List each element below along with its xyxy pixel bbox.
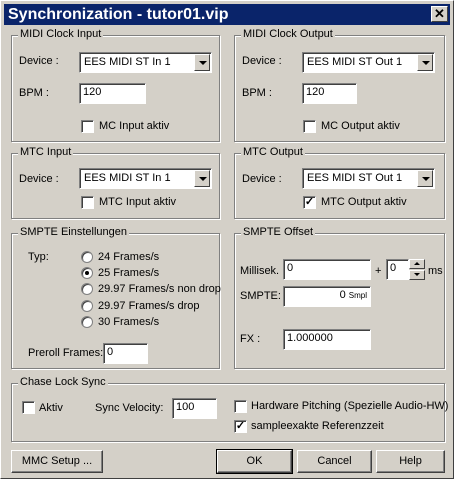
mc-output-device-value: EES MIDI ST Out 1	[307, 56, 403, 68]
chase-lock-aktiv-label: Aktiv	[39, 402, 63, 414]
radio-2997-non-drop-label: 29.97 Frames/s non drop	[98, 283, 221, 295]
hardware-pitching-label: Hardware Pitching (Spezielle Audio-HW)	[251, 400, 449, 412]
mc-input-device-value: EES MIDI ST In 1	[84, 56, 171, 68]
chase-lock-sync-group: Chase Lock Sync Aktiv Sync Velocity: 100…	[11, 376, 449, 442]
chevron-down-icon[interactable]	[194, 170, 210, 187]
radio-30fps[interactable]	[81, 316, 93, 328]
smpte-typ-label: Typ:	[28, 251, 49, 263]
smpte-label: SMPTE:	[240, 290, 281, 302]
radio-2997-drop[interactable]	[81, 300, 93, 312]
mtc-output-aktiv-checkbox[interactable]: ✓	[303, 196, 316, 209]
millisek-label: Millisek.	[240, 265, 280, 277]
mc-input-device-select[interactable]: EES MIDI ST In 1	[79, 52, 212, 73]
chase-lock-sync-title: Chase Lock Sync	[18, 376, 108, 388]
mc-output-aktiv-checkbox[interactable]	[303, 120, 316, 133]
smpte-offset-group: SMPTE Offset Millisek. 0 + 0 ms SMPTE: 0…	[234, 226, 445, 369]
mtc-input-aktiv-checkbox[interactable]	[81, 196, 94, 209]
ms-offset-spinner[interactable]	[409, 259, 425, 280]
mc-output-device-label: Device :	[242, 55, 282, 67]
chase-lock-aktiv-checkbox[interactable]	[22, 401, 35, 414]
ok-button[interactable]: OK	[216, 449, 293, 474]
ms-offset-field[interactable]: 0	[386, 259, 409, 280]
help-button[interactable]: Help	[376, 450, 445, 473]
smpte-offset-value: 0	[339, 289, 346, 301]
millisek-field[interactable]: 0	[283, 259, 371, 280]
preroll-frames-label: Preroll Frames:	[28, 347, 104, 359]
chevron-down-icon[interactable]	[194, 54, 210, 71]
mc-output-aktiv-label: MC Output aktiv	[321, 120, 400, 132]
synchronization-dialog: Synchronization - tutor01.vip ✕ MIDI Clo…	[0, 0, 454, 479]
mtc-output-device-label: Device :	[242, 173, 282, 185]
close-button[interactable]: ✕	[431, 6, 448, 22]
mc-input-aktiv-label: MC Input aktiv	[99, 120, 170, 132]
midi-clock-output-title: MIDI Clock Output	[241, 28, 335, 40]
radio-25fps-label: 25 Frames/s	[98, 267, 160, 279]
mtc-input-aktiv-label: MTC Input aktiv	[99, 196, 177, 208]
mc-input-bpm-label: BPM :	[19, 87, 49, 99]
arrow-up-icon[interactable]	[409, 259, 425, 269]
arrow-down-icon[interactable]	[409, 270, 425, 280]
sampleexakte-checkbox[interactable]: ✓	[234, 420, 247, 433]
mc-output-bpm-field[interactable]: 120	[302, 83, 357, 104]
mtc-input-group: MTC Input Device : EES MIDI ST In 1 MTC …	[11, 146, 220, 219]
mtc-input-device-select[interactable]: EES MIDI ST In 1	[79, 168, 212, 189]
radio-30fps-label: 30 Frames/s	[98, 316, 160, 328]
mtc-output-aktiv-label: MTC Output aktiv	[321, 196, 407, 208]
fx-label: FX :	[240, 333, 261, 345]
smpte-settings-group: SMPTE Einstellungen Typ: 24 Frames/s 25 …	[11, 226, 221, 369]
midi-clock-input-title: MIDI Clock Input	[18, 28, 104, 40]
mc-output-bpm-label: BPM :	[242, 87, 272, 99]
hardware-pitching-checkbox[interactable]	[234, 400, 247, 413]
smpte-offset-title: SMPTE Offset	[241, 226, 316, 238]
chevron-down-icon[interactable]	[417, 170, 433, 187]
mc-input-bpm-field[interactable]: 120	[79, 83, 146, 104]
mtc-output-device-select[interactable]: EES MIDI ST Out 1	[302, 168, 435, 189]
window-title: Synchronization - tutor01.vip	[8, 6, 229, 23]
mc-output-device-select[interactable]: EES MIDI ST Out 1	[302, 52, 435, 73]
smpte-offset-unit: Smpl	[348, 291, 367, 300]
radio-2997-non-drop[interactable]	[81, 283, 93, 295]
mtc-output-group: MTC Output Device : EES MIDI ST Out 1 ✓ …	[234, 146, 445, 219]
sync-velocity-label: Sync Velocity:	[95, 402, 164, 414]
radio-24fps[interactable]	[81, 251, 93, 263]
midi-clock-input-group: MIDI Clock Input Device : EES MIDI ST In…	[11, 28, 220, 142]
sampleexakte-label: sampleexakte Referenzzeit	[251, 420, 384, 432]
mmc-setup-button[interactable]: MMC Setup ...	[11, 450, 103, 473]
title-bar[interactable]: Synchronization - tutor01.vip ✕	[4, 4, 450, 25]
mc-input-aktiv-checkbox[interactable]	[81, 120, 94, 133]
ms-label: ms	[428, 265, 443, 277]
mc-input-device-label: Device :	[19, 55, 59, 67]
radio-24fps-label: 24 Frames/s	[98, 251, 160, 263]
smpte-offset-field[interactable]: 0 Smpl	[283, 286, 371, 307]
mtc-input-device-label: Device :	[19, 173, 59, 185]
sync-velocity-field[interactable]: 100	[172, 398, 217, 419]
radio-2997-drop-label: 29.97 Frames/s drop	[98, 300, 200, 312]
plus-label: +	[375, 265, 382, 277]
mtc-input-device-value: EES MIDI ST In 1	[84, 172, 171, 184]
mtc-output-title: MTC Output	[241, 146, 305, 158]
midi-clock-output-group: MIDI Clock Output Device : EES MIDI ST O…	[234, 28, 445, 142]
preroll-frames-field[interactable]: 0	[103, 343, 148, 364]
cancel-button[interactable]: Cancel	[297, 450, 372, 473]
fx-field[interactable]: 1.000000	[283, 329, 371, 350]
mtc-input-title: MTC Input	[18, 146, 74, 158]
radio-25fps[interactable]	[81, 267, 93, 279]
smpte-settings-title: SMPTE Einstellungen	[18, 226, 129, 238]
mtc-output-device-value: EES MIDI ST Out 1	[307, 172, 403, 184]
chevron-down-icon[interactable]	[417, 54, 433, 71]
